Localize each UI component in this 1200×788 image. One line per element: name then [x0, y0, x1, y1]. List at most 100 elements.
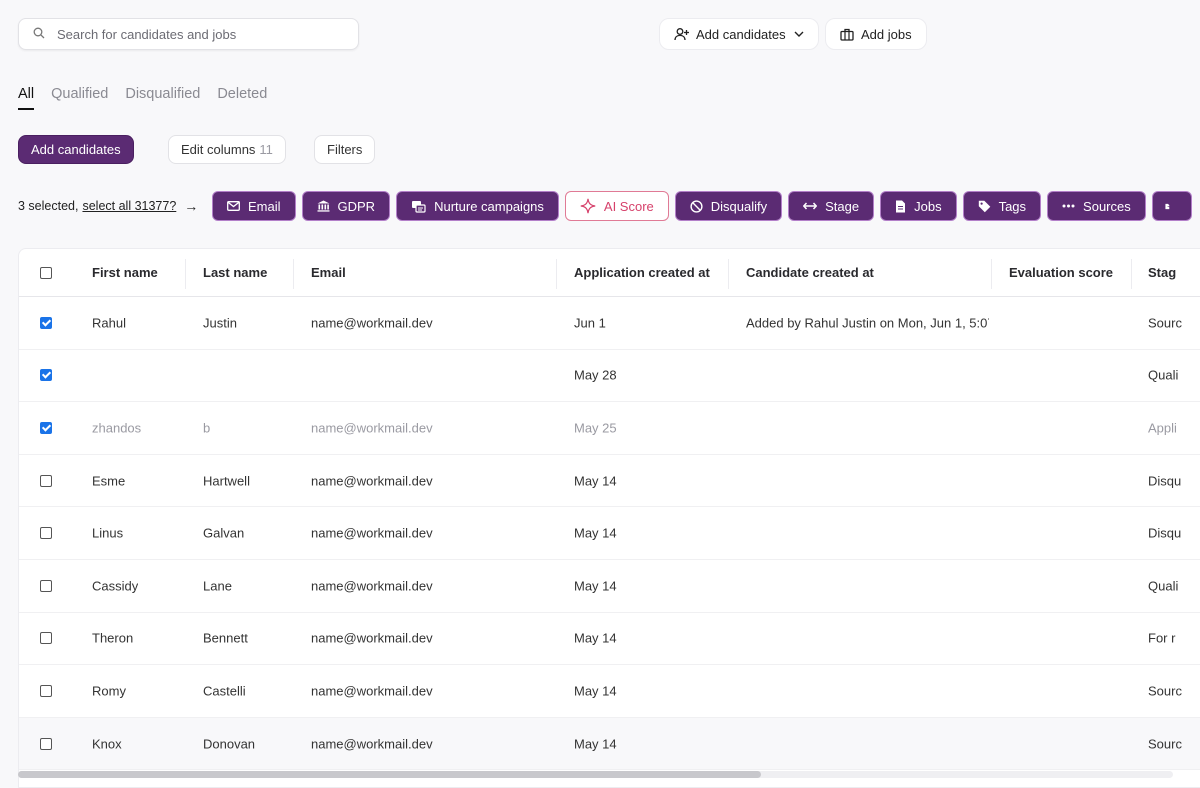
add-user-icon: [674, 28, 689, 41]
column-header-email[interactable]: Email: [311, 265, 346, 280]
tab-all[interactable]: All: [18, 86, 35, 110]
horizontal-scrollbar[interactable]: [18, 771, 1173, 778]
cell-stage: Sourc: [1148, 683, 1182, 699]
cell-email: name@workmail.dev: [311, 578, 433, 594]
column-header-stage[interactable]: Stag: [1148, 265, 1176, 280]
cell-application-created: Jun 1: [574, 315, 606, 331]
select-all-link[interactable]: select all 31377?: [82, 199, 176, 213]
cell-last-name: Donovan: [203, 736, 256, 752]
row-checkbox[interactable]: [40, 632, 52, 645]
add-candidates-label: Add candidates: [696, 26, 786, 42]
email-action-button[interactable]: Email: [212, 191, 296, 221]
row-checkbox[interactable]: [40, 684, 52, 697]
row-checkbox[interactable]: [40, 737, 52, 750]
ai-score-action-button[interactable]: AI Score: [564, 191, 669, 221]
cell-application-created: May 14: [574, 683, 617, 699]
column-divider: [1131, 259, 1132, 289]
scrollbar-thumb[interactable]: [18, 771, 761, 778]
tags-label: Tags: [998, 198, 1027, 214]
cell-application-created: May 25: [574, 420, 617, 436]
cell-first-name: Cassidy: [92, 578, 139, 594]
bank-icon: [317, 200, 330, 212]
table-row[interactable]: Cassidy Lane name@workmail.dev May 14 Qu…: [19, 560, 1200, 613]
disqualify-action-button[interactable]: Disqualify: [674, 191, 783, 221]
table-row[interactable]: May 28 Quali: [19, 350, 1200, 403]
more-dots-icon: [1062, 204, 1075, 208]
add-candidates-button[interactable]: Add candidates: [18, 135, 134, 164]
edit-columns-count: 11: [259, 142, 273, 157]
tags-action-button[interactable]: Tags: [962, 191, 1042, 221]
chevron-down-icon: [794, 31, 804, 37]
cell-first-name: zhandos: [92, 420, 142, 436]
cell-email: name@workmail.dev: [311, 525, 433, 541]
add-candidates-button-label: Add candidates: [31, 142, 121, 157]
table-row[interactable]: Esme Hartwell name@workmail.dev May 14 D…: [19, 455, 1200, 508]
tag-icon: [978, 200, 990, 212]
cell-first-name: Rahul: [92, 315, 126, 331]
edit-columns-button[interactable]: Edit columns 11: [168, 135, 286, 164]
stage-action-button[interactable]: Stage: [788, 191, 875, 221]
cell-stage: Sourc: [1148, 315, 1182, 331]
row-checkbox[interactable]: [40, 527, 52, 540]
ai-score-label: AI Score: [603, 198, 654, 214]
table-row[interactable]: Romy Castelli name@workmail.dev May 14 S…: [19, 665, 1200, 718]
column-header-first-name[interactable]: First name: [92, 265, 158, 280]
cell-stage: Appli: [1148, 420, 1177, 436]
row-checkbox[interactable]: [40, 579, 52, 592]
cell-last-name: Galvan: [203, 525, 245, 541]
table-row[interactable]: Knox Donovan name@workmail.dev May 14 So…: [19, 717, 1200, 771]
cell-first-name: Esme: [92, 473, 126, 489]
column-header-candidate-created[interactable]: Candidate created at: [746, 265, 874, 280]
briefcase-icon: [840, 28, 854, 41]
cell-last-name: Lane: [203, 578, 232, 594]
cell-application-created: May 14: [574, 578, 617, 594]
cell-application-created: May 14: [574, 525, 617, 541]
table-row[interactable]: Theron Bennett name@workmail.dev May 14 …: [19, 613, 1200, 666]
column-divider: [185, 259, 186, 289]
table-row[interactable]: Rahul Justin name@workmail.dev Jun 1 Add…: [19, 297, 1200, 350]
gdpr-action-button[interactable]: GDPR: [301, 191, 391, 221]
selection-count: 3 selected,: [18, 199, 79, 213]
column-header-evaluation-score[interactable]: Evaluation score: [1009, 265, 1113, 280]
row-checkbox[interactable]: [40, 421, 52, 434]
cell-email: name@workmail.dev: [311, 315, 433, 331]
export-action-button[interactable]: [1151, 191, 1192, 221]
cell-last-name: b: [203, 420, 211, 436]
arrows-horizontal-icon: [803, 202, 818, 210]
nurture-campaigns-action-button[interactable]: Nurture campaigns: [396, 191, 559, 221]
cell-last-name: Castelli: [203, 683, 246, 699]
sources-action-button[interactable]: Sources: [1047, 191, 1146, 221]
add-candidates-dropdown-button[interactable]: Add candidates: [659, 18, 819, 50]
cell-application-created: May 14: [574, 473, 617, 489]
tab-disqualified[interactable]: Disqualified: [125, 86, 200, 110]
cell-first-name: Theron: [92, 630, 134, 646]
email-action-label: Email: [248, 198, 281, 214]
arrow-right-icon: →: [184, 198, 199, 214]
jobs-action-button[interactable]: Jobs: [880, 191, 957, 221]
cell-stage: Disqu: [1148, 473, 1182, 489]
table-row[interactable]: Linus Galvan name@workmail.dev May 14 Di…: [19, 507, 1200, 560]
column-header-application-created[interactable]: Application created at: [574, 265, 710, 280]
add-jobs-button[interactable]: Add jobs: [825, 18, 927, 50]
nurture-campaigns-label: Nurture campaigns: [434, 198, 544, 214]
select-all-checkbox[interactable]: [40, 266, 52, 279]
table-row[interactable]: zhandos b name@workmail.dev May 25 Appli: [19, 402, 1200, 455]
filters-label: Filters: [327, 142, 363, 157]
column-header-last-name[interactable]: Last name: [203, 265, 267, 280]
row-checkbox[interactable]: [40, 316, 52, 329]
row-checkbox[interactable]: [40, 369, 52, 382]
row-checkbox[interactable]: [40, 474, 52, 487]
filters-button[interactable]: Filters: [314, 135, 376, 164]
cell-application-created: May 14: [574, 630, 617, 646]
add-jobs-label: Add jobs: [861, 26, 912, 42]
tab-qualified[interactable]: Qualified: [51, 86, 108, 110]
document-icon: [896, 200, 906, 212]
block-icon: [690, 199, 703, 213]
tab-deleted[interactable]: Deleted: [217, 86, 267, 110]
cell-email: name@workmail.dev: [311, 683, 433, 699]
cell-stage: For r: [1148, 630, 1176, 646]
cell-email: name@workmail.dev: [311, 420, 433, 436]
search-box[interactable]: [18, 18, 359, 50]
search-input[interactable]: [57, 26, 327, 42]
envelope-icon: [227, 201, 240, 211]
